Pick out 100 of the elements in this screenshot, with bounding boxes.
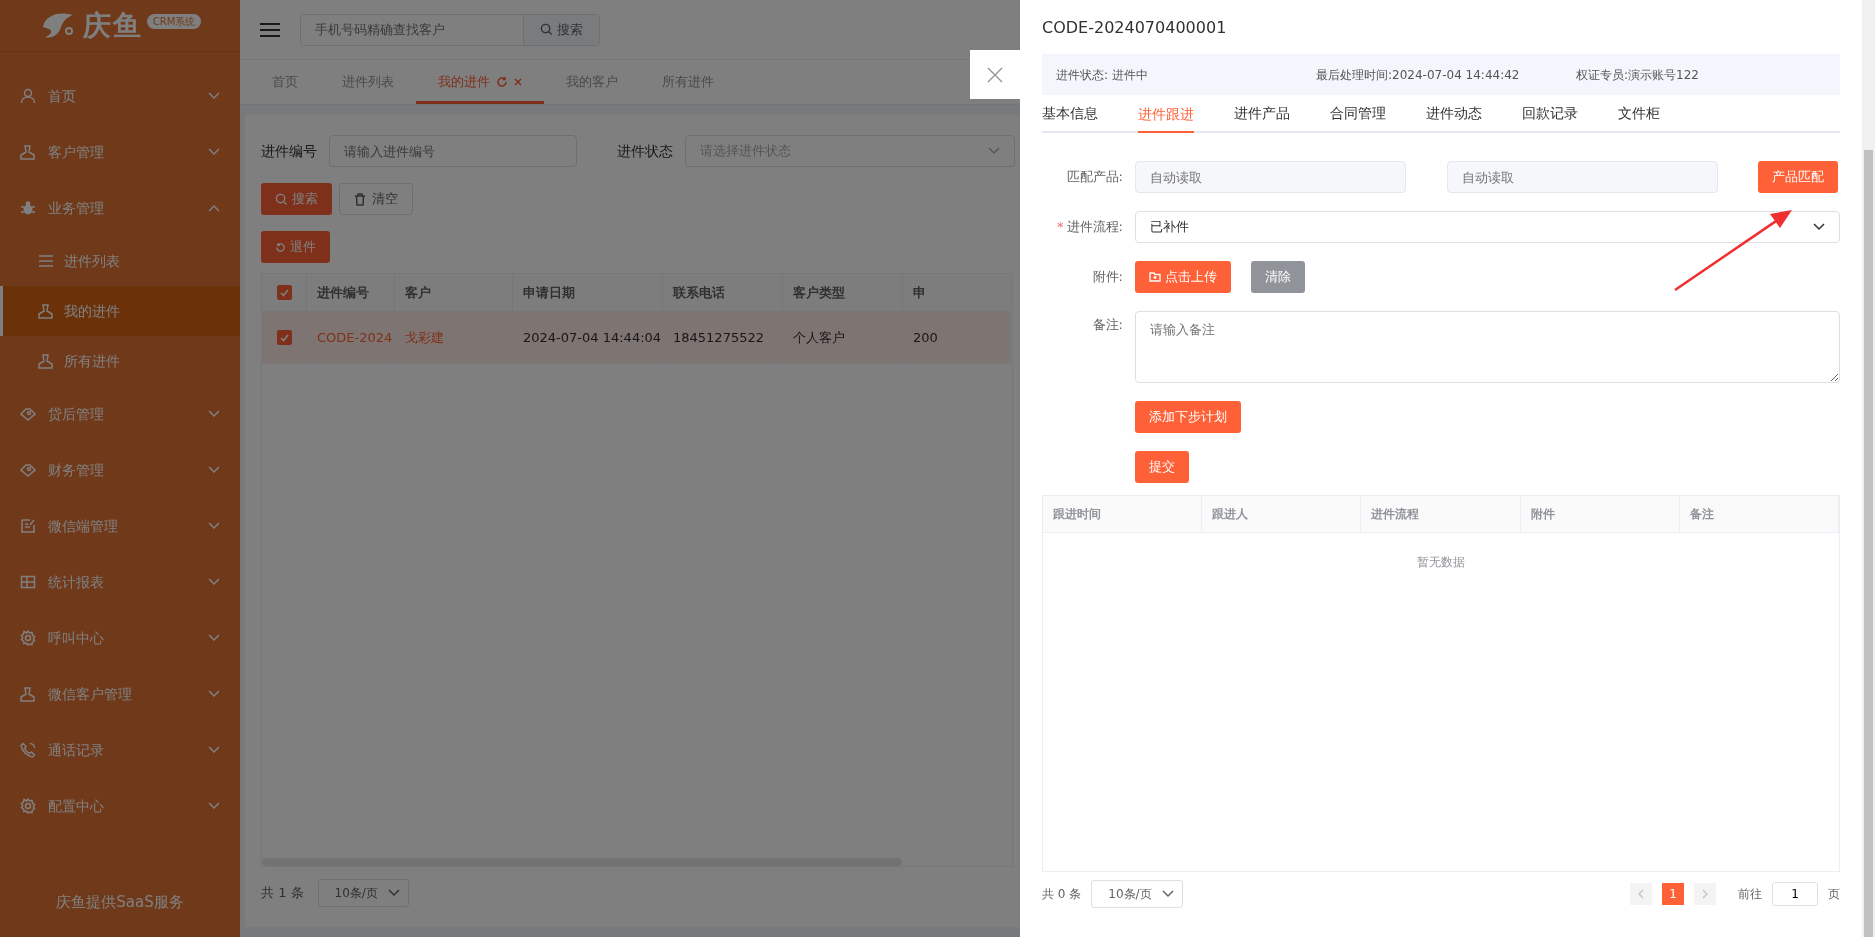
sidebar-subitem[interactable]: 所有进件 bbox=[0, 336, 240, 386]
brand-name: 庆鱼 bbox=[82, 7, 143, 44]
trash-icon bbox=[353, 192, 366, 206]
chevron-down-icon bbox=[208, 578, 220, 586]
sidebar-item[interactable]: 业务管理 bbox=[0, 180, 240, 236]
checkmark-icon bbox=[279, 288, 289, 297]
sidebar-item[interactable]: 通话记录 bbox=[0, 722, 240, 778]
table-cell-text: 18451275522 bbox=[673, 328, 764, 347]
page-tab[interactable]: 我的进件 bbox=[416, 60, 544, 104]
return-button[interactable]: 退件 bbox=[261, 231, 330, 263]
sidebar-item[interactable]: 呼叫中心 bbox=[0, 610, 240, 666]
sidebar-item[interactable]: 财务管理 bbox=[0, 442, 240, 498]
number-field[interactable]: 请输入进件编号 bbox=[329, 135, 577, 167]
search-button[interactable]: 搜索 bbox=[261, 183, 332, 215]
chevron-down-icon bbox=[208, 410, 220, 418]
close-icon bbox=[987, 66, 1003, 83]
chevron-down-icon bbox=[1161, 890, 1174, 898]
column-header: 联系电话 bbox=[673, 283, 725, 302]
chevron-down-icon bbox=[208, 690, 220, 698]
chevron-down-icon bbox=[208, 746, 220, 754]
search-field[interactable]: 手机号码精确查找客户 搜索 bbox=[300, 13, 600, 46]
person-icon bbox=[20, 88, 36, 104]
page-field[interactable]: 1 bbox=[1772, 882, 1818, 906]
add-plan-button[interactable]: 添加下步计划 bbox=[1135, 401, 1241, 433]
drawer-tab[interactable]: 进件跟进 bbox=[1138, 95, 1194, 133]
chevron-down-icon bbox=[208, 466, 220, 474]
clear-button[interactable]: 清空 bbox=[338, 183, 413, 215]
tag-icon bbox=[20, 406, 36, 422]
sidebar-item[interactable]: 统计报表 bbox=[0, 554, 240, 610]
process-select[interactable]: 已补件 bbox=[1135, 211, 1840, 243]
row-checkbox[interactable] bbox=[276, 330, 292, 345]
chevron-down-icon bbox=[208, 634, 220, 642]
select-all-checkbox[interactable] bbox=[276, 285, 292, 300]
chevron-down-icon bbox=[208, 148, 220, 156]
scrollbar-thumb[interactable] bbox=[1864, 150, 1873, 937]
column-header: 客户 bbox=[405, 283, 431, 302]
match-button[interactable]: 产品匹配 bbox=[1758, 161, 1838, 193]
footer-text: 庆鱼提供SaaS服务 bbox=[55, 891, 185, 913]
chevron-left-icon bbox=[1638, 889, 1644, 899]
settings-icon bbox=[20, 798, 36, 814]
document-edit-icon bbox=[20, 518, 36, 534]
sidebar-item[interactable]: 微信客户管理 bbox=[0, 666, 240, 722]
sidebar-subitem[interactable]: 我的进件 bbox=[0, 286, 240, 336]
close-button[interactable] bbox=[970, 50, 1020, 99]
page-size-select[interactable]: 10条/页 bbox=[317, 879, 409, 907]
required-mark: * bbox=[1057, 219, 1064, 235]
column-header: 进件编号 bbox=[317, 283, 369, 302]
form-label: 备注: bbox=[1091, 316, 1124, 334]
table-cell-text: 2024-07-04 14:44:04 bbox=[523, 328, 662, 347]
sidebar-item[interactable]: 首页 bbox=[0, 68, 240, 124]
drawer-tab[interactable]: 基本信息 bbox=[1042, 95, 1098, 131]
refresh-icon bbox=[275, 241, 286, 253]
chevron-down-icon bbox=[208, 802, 220, 810]
next-page-button[interactable] bbox=[1694, 883, 1716, 905]
list-icon bbox=[38, 254, 54, 268]
info-text: 权证专员:演示账号122 bbox=[1576, 66, 1699, 84]
sidebar-item[interactable]: 微信端管理 bbox=[0, 498, 240, 554]
drawer-tab[interactable]: 文件柜 bbox=[1618, 95, 1660, 131]
search-button[interactable]: 搜索 bbox=[523, 14, 599, 45]
remark-field[interactable]: 请输入备注 bbox=[1135, 311, 1840, 383]
person-icon bbox=[38, 353, 54, 369]
clear-button[interactable]: 清除 bbox=[1251, 261, 1305, 293]
tag-icon bbox=[20, 462, 36, 478]
drawer-tab[interactable]: 进件产品 bbox=[1234, 95, 1290, 131]
form-label: 匹配产品: bbox=[1065, 168, 1124, 187]
drawer-tab[interactable]: 回款记录 bbox=[1522, 95, 1578, 131]
upload-button[interactable]: 点击上传 bbox=[1135, 261, 1231, 293]
sidebar-subitem[interactable]: 进件列表 bbox=[0, 236, 240, 286]
phone-icon bbox=[20, 742, 36, 758]
page-size-select[interactable]: 10条/页 bbox=[1091, 880, 1183, 908]
folder-icon bbox=[1149, 272, 1161, 282]
drawer-tab[interactable]: 进件动态 bbox=[1426, 95, 1482, 131]
drawer-tab[interactable]: 合同管理 bbox=[1330, 95, 1386, 131]
chevron-up-icon bbox=[208, 204, 220, 212]
refresh-icon[interactable] bbox=[496, 76, 508, 88]
column-header: 客户类型 bbox=[793, 283, 845, 302]
close-icon[interactable] bbox=[514, 78, 522, 86]
menu-icon[interactable] bbox=[260, 21, 280, 38]
person-icon bbox=[20, 144, 36, 160]
table-row[interactable]: CODE-2024 戈彩建 2024-07-04 14:44:04 18451275522 个人客户 200 bbox=[262, 312, 1012, 364]
chevron-down-icon bbox=[1813, 223, 1825, 231]
search-icon bbox=[540, 23, 553, 36]
chevron-down-icon bbox=[208, 522, 220, 530]
empty-text: 暂无数据 bbox=[1417, 555, 1465, 569]
person-icon bbox=[20, 686, 36, 702]
sidebar-item[interactable]: 客户管理 bbox=[0, 124, 240, 180]
table-cell-text: 200 bbox=[913, 328, 938, 347]
submit-button[interactable]: 提交 bbox=[1135, 451, 1189, 483]
sidebar-item[interactable]: 配置中心 bbox=[0, 778, 240, 834]
column-header: 申 bbox=[913, 283, 926, 302]
page-number[interactable]: 1 bbox=[1662, 883, 1684, 905]
goto-label: 前往 bbox=[1738, 886, 1762, 903]
table-cell[interactable]: 戈彩建 bbox=[405, 327, 444, 348]
filter-label: 进件编号 bbox=[261, 141, 317, 161]
product-tag: CRM系统 bbox=[146, 14, 202, 29]
previous-page-button[interactable] bbox=[1630, 883, 1652, 905]
table-cell-text: 个人客户 bbox=[793, 328, 845, 347]
column-header: 备注 bbox=[1689, 506, 1714, 523]
info-text: 进件状态: 进件中 bbox=[1056, 66, 1149, 84]
sidebar-item[interactable]: 贷后管理 bbox=[0, 386, 240, 442]
